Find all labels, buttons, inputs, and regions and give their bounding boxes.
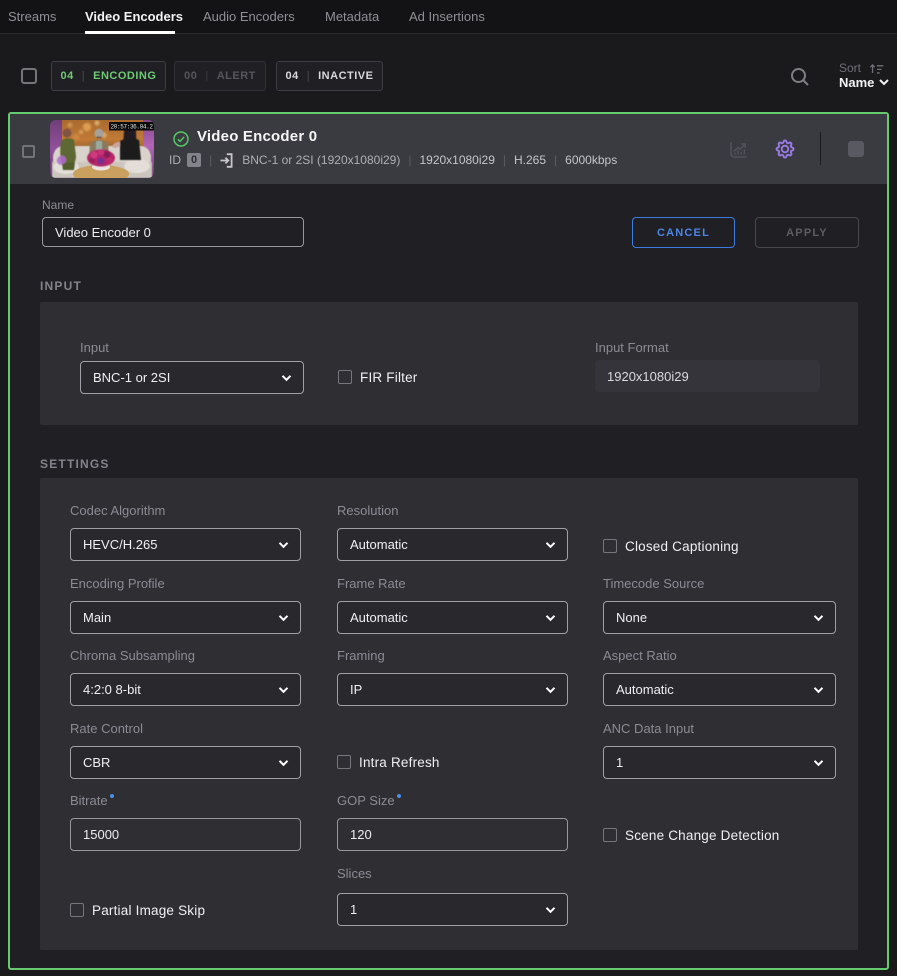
- svg-text:20:57:36.04.2: 20:57:36.04.2: [111, 124, 154, 131]
